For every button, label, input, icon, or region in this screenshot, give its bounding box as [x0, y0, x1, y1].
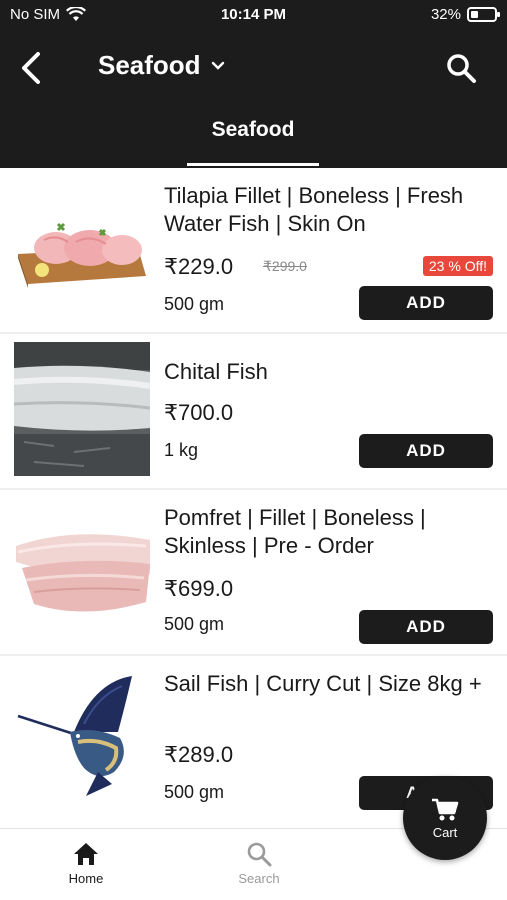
- product-card[interactable]: Pomfret | Fillet | Boneless | Skinless |…: [0, 490, 507, 654]
- battery-fill: [471, 11, 479, 18]
- product-quantity: 500 gm: [164, 782, 225, 802]
- cart-button[interactable]: Cart: [403, 776, 487, 860]
- sailfish-image: [14, 672, 150, 802]
- product-name: Sail Fish | Curry Cut | Size 8kg +: [164, 671, 482, 696]
- chital-fish-image: [14, 342, 150, 476]
- product-image-pomfret[interactable]: [14, 516, 150, 624]
- cart-icon: [432, 798, 459, 820]
- product-image-chital[interactable]: [14, 342, 150, 476]
- product-card[interactable]: Tilapia Fillet | Boneless | Fresh Water …: [0, 168, 507, 332]
- product-price: ₹289.0: [164, 742, 234, 767]
- product-card[interactable]: Chital Fish ₹700.0 1 kg ADD: [0, 334, 507, 488]
- cart-label: Cart: [432, 824, 458, 840]
- search-icon: [447, 54, 476, 83]
- page-title: Seafood: [98, 50, 201, 80]
- battery-icon: [467, 7, 500, 22]
- search-button[interactable]: [443, 50, 479, 86]
- product-image-tilapia[interactable]: [14, 204, 150, 292]
- product-price: ₹229.0: [164, 254, 234, 279]
- product-price: ₹699.0: [164, 576, 234, 601]
- nav-home[interactable]: Home: [36, 841, 136, 886]
- pomfret-fillet-image: [14, 516, 150, 624]
- product-name: Chital Fish: [164, 359, 268, 384]
- product-list[interactable]: Tilapia Fillet | Boneless | Fresh Water …: [0, 168, 507, 828]
- nav-home-label: Home: [68, 871, 104, 886]
- home-icon: [74, 843, 98, 865]
- product-image-sailfish[interactable]: [14, 672, 150, 802]
- back-button[interactable]: [14, 48, 48, 88]
- chevron-left-icon: [22, 52, 40, 84]
- product-quantity: 1 kg: [164, 440, 199, 460]
- product-quantity: 500 gm: [164, 614, 225, 634]
- product-quantity: 500 gm: [164, 294, 225, 314]
- search-icon: [247, 842, 272, 867]
- discount-badge: 23 % Off!: [422, 256, 493, 276]
- add-button[interactable]: ADD: [359, 434, 493, 468]
- tab-indicator: [187, 163, 319, 166]
- category-dropdown[interactable]: Seafood: [98, 50, 225, 81]
- status-right: 32%: [430, 6, 500, 23]
- nav-search[interactable]: Search: [209, 841, 309, 886]
- nav-search-label: Search: [238, 871, 280, 886]
- chevron-down-icon: [211, 61, 224, 70]
- add-button[interactable]: ADD: [359, 286, 493, 320]
- tilapia-fillet-image: [14, 204, 150, 292]
- tab-seafood[interactable]: Seafood: [187, 118, 319, 142]
- app-header: Seafood Seafood: [0, 32, 507, 168]
- product-name: Tilapia Fillet | Boneless | Fresh Water …: [164, 183, 464, 236]
- status-bar: No SIM 10:14 PM 32%: [0, 0, 507, 32]
- add-button[interactable]: ADD: [359, 610, 493, 644]
- battery-percent: 32%: [430, 6, 461, 23]
- product-old-price: ₹299.0: [263, 258, 307, 274]
- product-name: Pomfret | Fillet | Boneless | Skinless |…: [164, 505, 426, 558]
- product-price: ₹700.0: [164, 400, 234, 425]
